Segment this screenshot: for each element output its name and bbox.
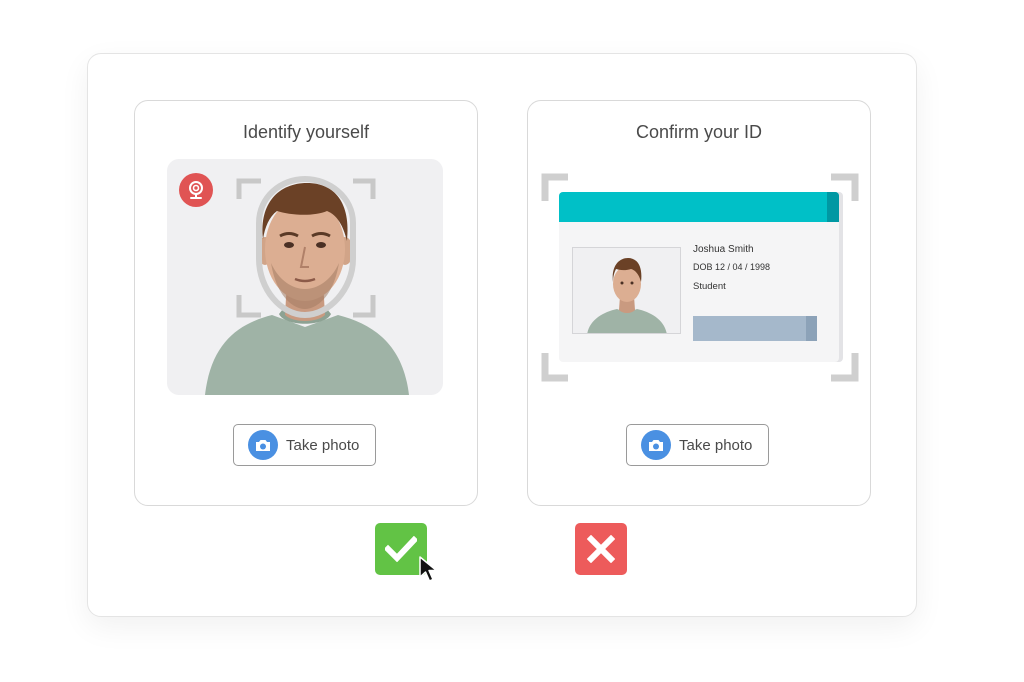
id-dob: DOB 12 / 04 / 1998 bbox=[693, 262, 771, 272]
id-name: Joshua Smith bbox=[693, 244, 754, 255]
check-icon bbox=[385, 536, 417, 562]
id-role: Student bbox=[693, 281, 726, 292]
take-photo-button-selfie[interactable]: Take photo bbox=[233, 424, 376, 466]
reject-button[interactable] bbox=[575, 523, 627, 575]
take-photo-label: Take photo bbox=[286, 436, 360, 454]
selfie-preview bbox=[167, 159, 443, 395]
close-icon bbox=[587, 535, 615, 563]
take-photo-button-id[interactable]: Take photo bbox=[626, 424, 769, 466]
camera-icon bbox=[248, 430, 278, 460]
mouse-pointer-icon bbox=[419, 556, 438, 582]
identify-card: Identify yourself Take photo bbox=[134, 100, 478, 506]
id-barcode-strip bbox=[693, 316, 817, 341]
id-card-header bbox=[559, 192, 839, 222]
confirm-id-card: Confirm your ID Joshua Smith DOB 12 / 04… bbox=[527, 100, 871, 506]
camera-icon bbox=[641, 430, 671, 460]
take-photo-label: Take photo bbox=[679, 436, 753, 454]
microphone-badge[interactable] bbox=[179, 173, 213, 207]
id-card-photo bbox=[572, 247, 681, 334]
microphone-icon bbox=[189, 181, 203, 199]
id-card-preview: Joshua Smith DOB 12 / 04 / 1998 Student bbox=[559, 192, 839, 362]
identify-title: Identify yourself bbox=[242, 122, 370, 142]
